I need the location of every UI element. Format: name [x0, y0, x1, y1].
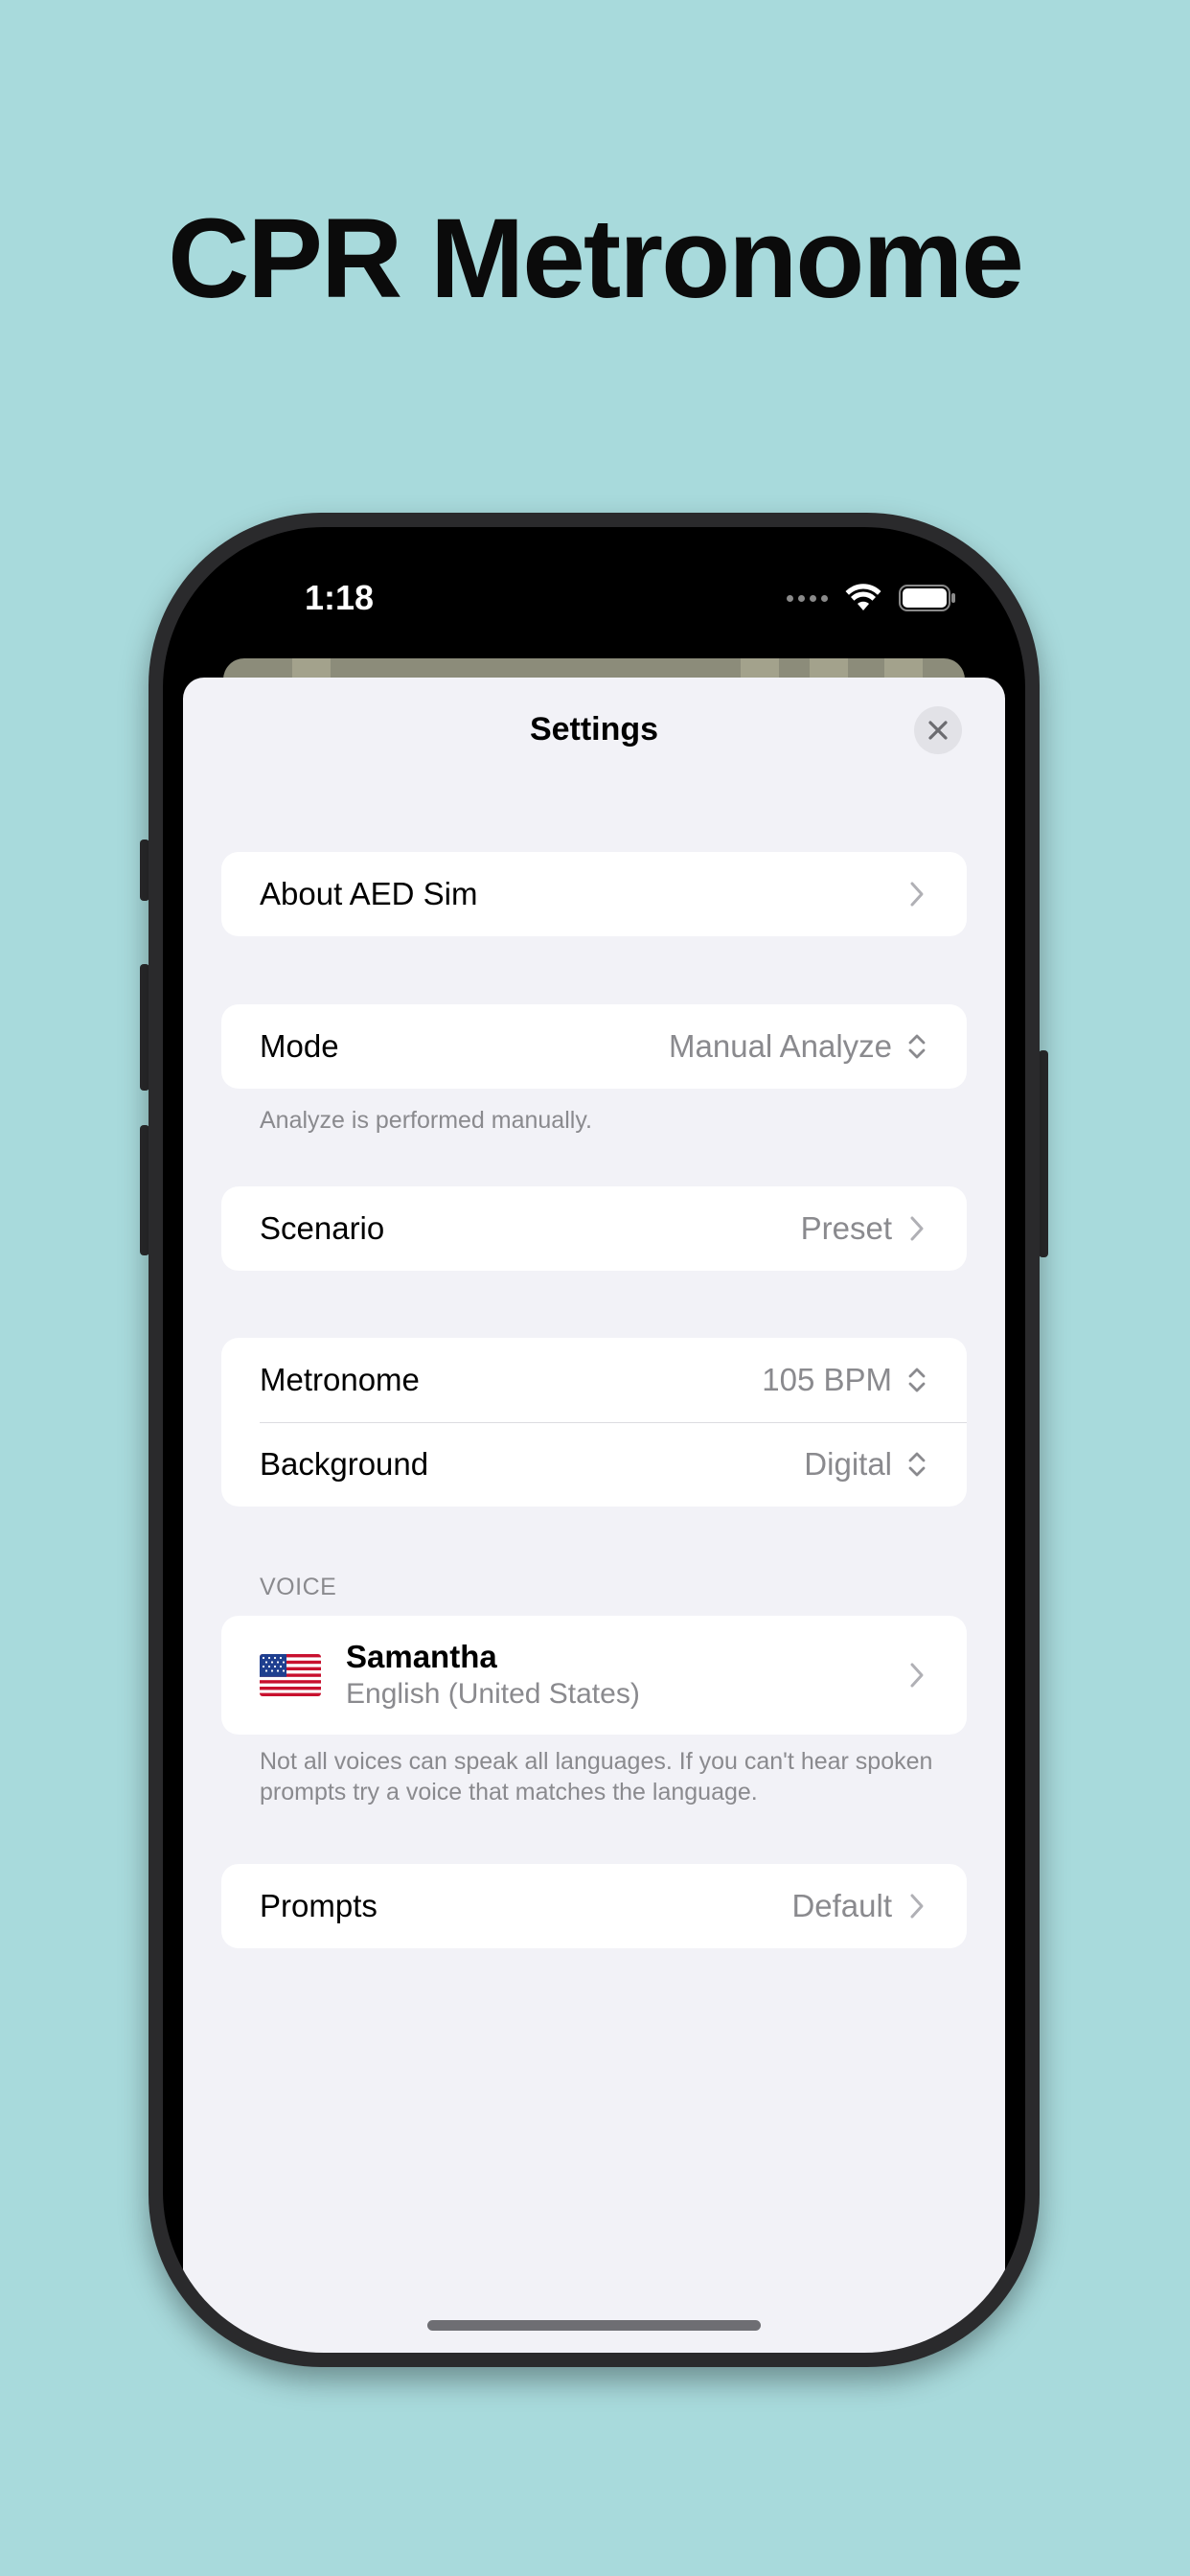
scenario-group: Scenario Preset — [221, 1186, 967, 1271]
chevron-up-down-icon — [905, 1366, 928, 1394]
settings-sheet: Settings About AED Sim Mode Manual Analy… — [183, 678, 1005, 2353]
status-time: 1:18 — [305, 578, 375, 617]
chevron-up-down-icon — [905, 1032, 928, 1061]
us-flag-icon — [260, 1654, 321, 1696]
scenario-value: Preset — [800, 1210, 892, 1246]
sheet-title: Settings — [529, 711, 659, 748]
sound-group: Metronome 105 BPM Background Digital — [221, 1338, 967, 1506]
status-icons — [787, 582, 956, 614]
voice-section-header: VOICE — [260, 1574, 337, 1600]
mode-label: Mode — [260, 1028, 339, 1064]
prompts-label: Prompts — [260, 1888, 378, 1923]
chevron-right-icon — [905, 1214, 928, 1243]
about-label: About AED Sim — [260, 876, 478, 911]
prompts-value: Default — [791, 1888, 892, 1923]
scenario-label: Scenario — [260, 1210, 385, 1246]
chevron-right-icon — [905, 1661, 928, 1690]
prompts-row[interactable]: Prompts Default — [221, 1864, 967, 1948]
voice-row[interactable]: Samantha English (United States) — [221, 1616, 967, 1735]
metronome-label: Metronome — [260, 1362, 420, 1397]
about-row[interactable]: About AED Sim — [221, 852, 967, 936]
close-icon — [928, 721, 948, 740]
phone-screen: 1:18 Settings About AED Sim Mode Manual … — [163, 527, 1025, 2353]
about-group: About AED Sim — [221, 852, 967, 936]
signal-dots-icon — [787, 594, 828, 602]
background-label: Background — [260, 1446, 429, 1482]
voice-footnote: Not all voices can speak all languages. … — [260, 1748, 933, 1806]
metronome-row[interactable]: Metronome 105 BPM — [221, 1338, 967, 1422]
voice-language: English (United States) — [346, 1678, 640, 1710]
chevron-right-icon — [905, 880, 928, 908]
prompts-group: Prompts Default — [221, 1864, 967, 1948]
battery-icon — [899, 585, 955, 611]
mode-value: Manual Analyze — [669, 1028, 892, 1064]
background-value: Digital — [804, 1446, 892, 1482]
voice-group: Samantha English (United States) — [221, 1616, 967, 1735]
background-row[interactable]: Background Digital — [221, 1422, 967, 1506]
wifi-icon — [845, 584, 881, 610]
mode-group: Mode Manual Analyze — [221, 1004, 967, 1089]
headline: CPR Metronome — [168, 196, 1024, 322]
voice-text: Samantha English (United States) — [346, 1638, 905, 1713]
voice-name: Samantha — [346, 1639, 497, 1674]
phone-power-button — [1039, 1050, 1048, 1257]
mode-footnote: Analyze is performed manually. — [260, 1107, 592, 1134]
chevron-right-icon — [905, 1892, 928, 1920]
scenario-row[interactable]: Scenario Preset — [221, 1186, 967, 1271]
metronome-value: 105 BPM — [762, 1362, 892, 1397]
chevron-up-down-icon — [905, 1450, 928, 1479]
mode-row[interactable]: Mode Manual Analyze — [221, 1004, 967, 1089]
close-button[interactable] — [914, 706, 962, 754]
home-indicator[interactable] — [427, 2320, 761, 2331]
